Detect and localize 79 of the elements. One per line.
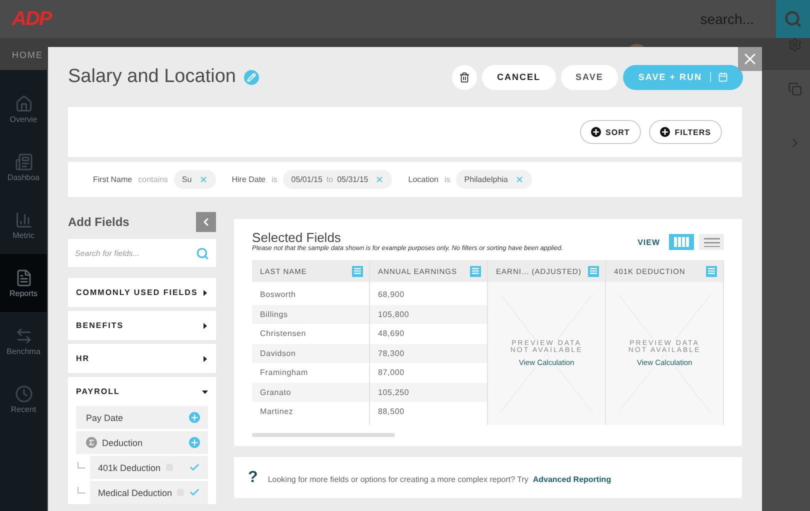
column-menu-icon[interactable] <box>588 266 600 276</box>
columns-icon <box>674 237 690 247</box>
filter-value: 05/01/15 <box>291 175 322 184</box>
collapse-button[interactable] <box>196 212 216 232</box>
filter-value: Su <box>182 175 192 184</box>
sidebar-item[interactable]: Dashboa <box>0 138 47 196</box>
help-mark: ? <box>248 468 258 486</box>
column-view-button[interactable] <box>669 234 694 250</box>
search-icon[interactable] <box>196 246 210 260</box>
advanced-reporting-link[interactable]: Advanced Reporting <box>532 474 612 484</box>
field-row[interactable]: Pay Date <box>76 406 208 429</box>
newspaper-icon <box>14 152 32 170</box>
filter-field: First Name <box>93 175 132 184</box>
filter-field: Hire Date <box>232 175 266 184</box>
delete-button[interactable] <box>452 64 478 90</box>
check-icon[interactable] <box>189 462 200 473</box>
column-menu-icon[interactable] <box>352 266 364 276</box>
sum-icon <box>86 437 97 448</box>
sidebar-item[interactable]: Metric <box>0 196 47 254</box>
plus-icon <box>590 127 601 137</box>
plus-icon <box>660 127 670 137</box>
filter-chip[interactable]: 05/01/15 to 05/31/15 <box>283 170 392 189</box>
trash-icon <box>459 72 470 82</box>
filter-field: Location <box>408 175 438 184</box>
table-cell: Billings <box>252 304 370 324</box>
check-icon[interactable] <box>189 487 200 498</box>
table-cell: 105,800 <box>370 304 488 324</box>
home-icon <box>14 94 32 112</box>
edit-icon[interactable] <box>244 70 259 84</box>
remove-icon[interactable] <box>375 175 384 184</box>
panel-title: Add Fields <box>68 215 130 229</box>
filter-value: 05/31/15 <box>337 175 368 184</box>
sidebar-item[interactable]: Reports <box>0 254 47 312</box>
document-icon <box>14 268 32 286</box>
filter-value: Philadelphia <box>464 175 508 184</box>
nav-link[interactable]: HOME <box>12 50 43 60</box>
hook-icon <box>77 462 86 470</box>
report-title: Salary and Location <box>68 66 236 88</box>
filter-chip[interactable]: Philadelphia <box>456 170 532 189</box>
column-menu-icon[interactable] <box>706 266 718 276</box>
filter-operator: is <box>272 175 278 184</box>
add-option-button[interactable]: SORT <box>580 120 641 144</box>
action-button[interactable]: SAVE <box>560 64 618 90</box>
action-button[interactable]: CANCEL <box>482 64 556 90</box>
bar-chart-icon <box>14 210 32 228</box>
field-search[interactable]: Search for fields... <box>68 239 216 267</box>
card-title: Selected Fields <box>252 230 342 245</box>
table-cell: Davidson <box>252 344 370 363</box>
table-cell: 78,300 <box>370 344 488 363</box>
add-icon[interactable] <box>189 412 200 423</box>
search-button[interactable] <box>776 0 810 38</box>
remove-icon[interactable] <box>514 175 524 184</box>
help-text: Looking for more fields or options for creating a more complex report? Try <box>268 474 528 484</box>
hook-icon <box>77 487 86 495</box>
calendar-icon <box>718 72 728 82</box>
sidebar-item[interactable]: Benchma <box>0 312 47 370</box>
close-button[interactable] <box>738 47 762 71</box>
table-cell: 105,250 <box>370 382 488 402</box>
column-menu-icon[interactable] <box>470 266 482 276</box>
sidebar-item[interactable]: Overvie <box>0 80 47 138</box>
table-cell: Granato <box>252 382 370 402</box>
remove-icon[interactable] <box>198 175 208 184</box>
filter-joiner: to <box>326 175 334 184</box>
row-view-button[interactable] <box>699 234 724 250</box>
field-row[interactable]: Deduction <box>76 431 208 454</box>
settings-icon[interactable] <box>788 38 802 52</box>
rows-icon <box>704 238 720 246</box>
add-icon[interactable] <box>189 437 200 448</box>
search-icon <box>784 10 802 28</box>
filter-chip[interactable]: Su <box>174 170 216 189</box>
filter-operator: is <box>444 175 450 184</box>
view-label: VIEW <box>638 238 660 246</box>
scrollbar[interactable] <box>252 433 396 437</box>
filter-operator: contains <box>138 175 168 184</box>
add-option-button[interactable]: FILTERS <box>648 120 722 144</box>
copy-icon[interactable] <box>788 82 802 96</box>
sidebar-item[interactable]: Recent <box>0 370 47 428</box>
clock-icon <box>14 384 32 402</box>
arrows-icon <box>14 326 32 344</box>
